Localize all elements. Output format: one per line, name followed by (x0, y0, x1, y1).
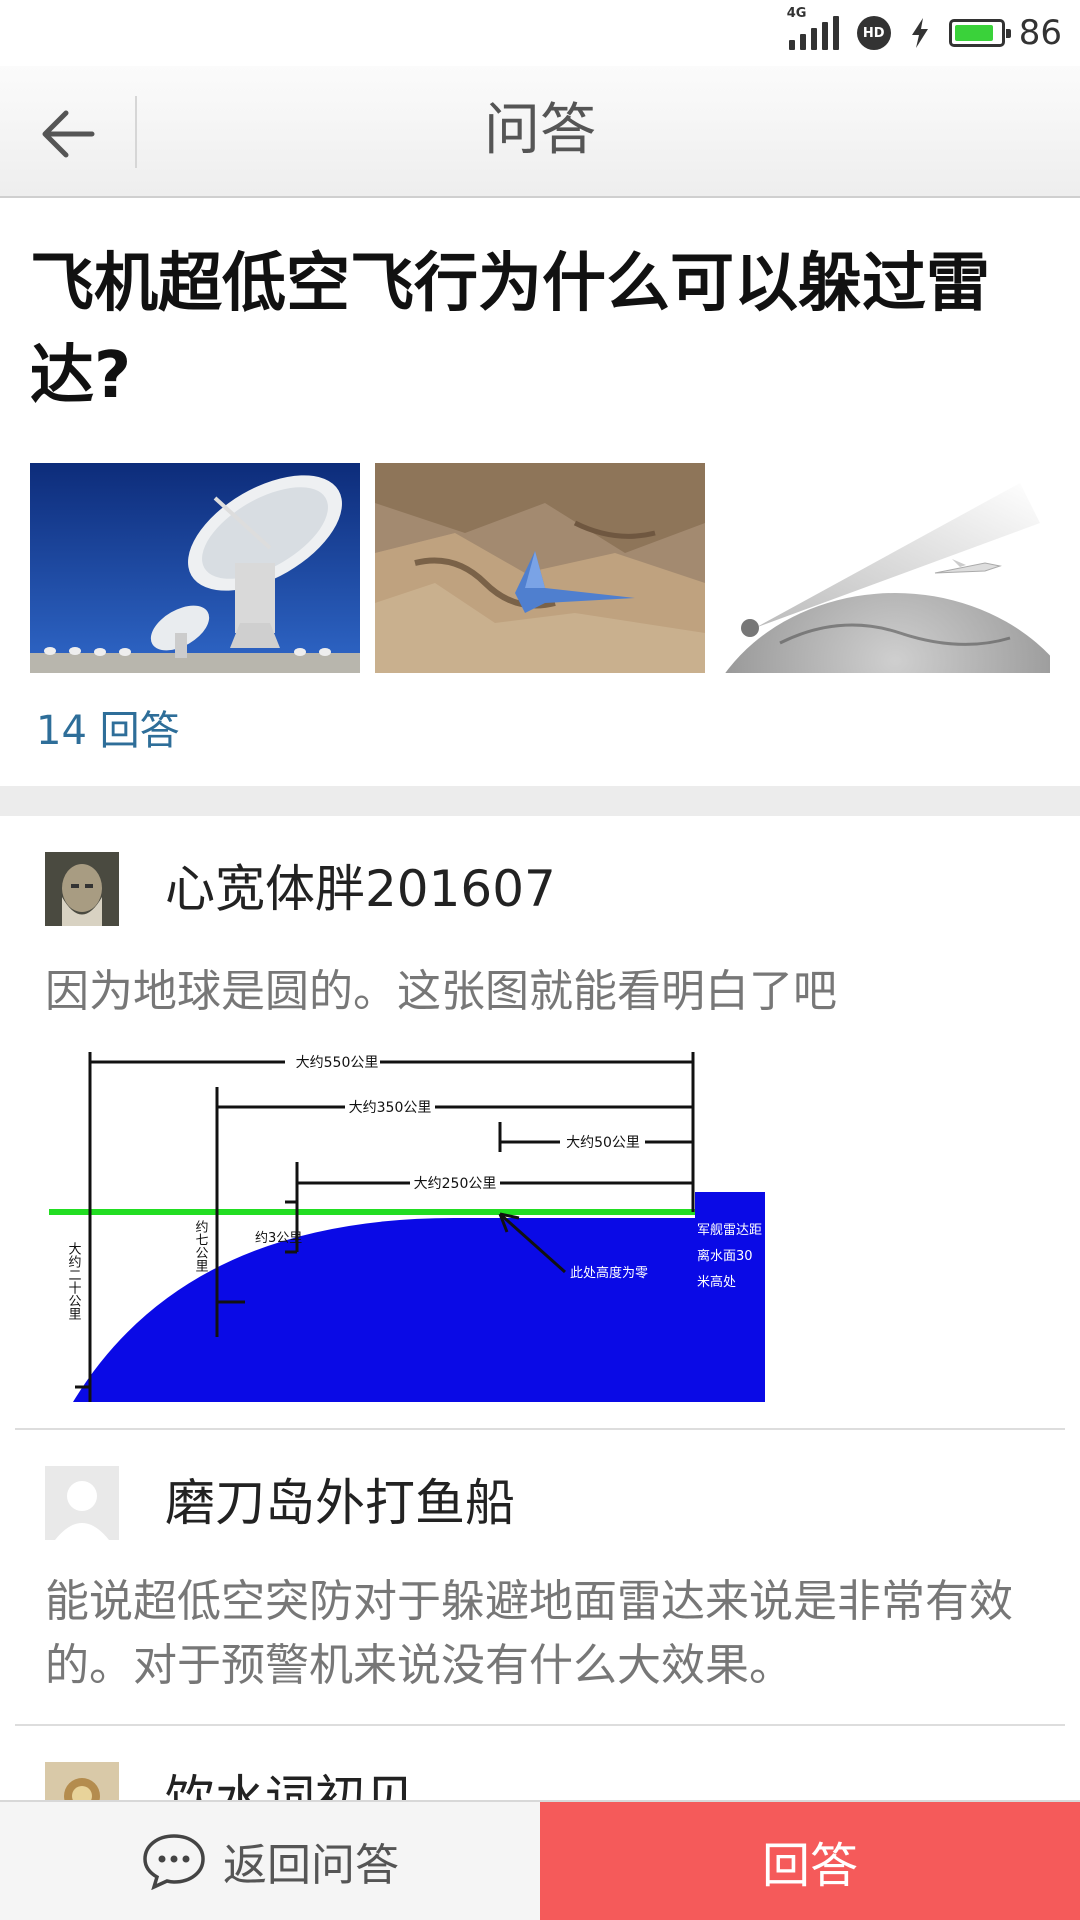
battery-percentage: 86 (1018, 13, 1062, 53)
label-250km: 大约250公里 (414, 1176, 497, 1192)
answer-username[interactable]: 心宽体胖201607 (165, 852, 556, 926)
label-350km: 大约350公里 (349, 1100, 432, 1116)
avatar[interactable] (45, 852, 119, 926)
answer-item: 磨刀岛外打鱼船 能说超低空突防对于躲避地面雷达来说是非常有效的。对于预警机来说没… (0, 1430, 1080, 1724)
hd-icon: HD (856, 16, 891, 50)
answer-username[interactable]: 磨刀岛外打鱼船 (165, 1466, 515, 1540)
jet-over-mountains-photo[interactable] (375, 463, 705, 673)
label-7km: 约七公里 (193, 1220, 209, 1272)
section-separator (0, 786, 1080, 816)
battery-icon (948, 19, 1011, 47)
question-card: 飞机超低空飞行为什么可以躲过雷达? 14 回答 (0, 198, 1080, 786)
battery-indicator: 86 (948, 13, 1062, 53)
back-to-qa-button[interactable]: 返回问答 (0, 1802, 540, 1920)
answer-button-label: 回答 (761, 1838, 858, 1894)
charging-icon (911, 18, 928, 48)
answer-username[interactable]: 饮水词初见 (165, 1762, 415, 1800)
answer-count[interactable]: 14 回答 (36, 698, 180, 756)
signal-icon: 4G (787, 6, 839, 50)
bottom-action-bar: 返回问答 回答 (0, 1800, 1080, 1920)
chat-bubble-icon (143, 1834, 205, 1890)
answer-button[interactable]: 回答 (540, 1802, 1080, 1920)
status-bar: 4G HD 86 (0, 0, 1080, 66)
network-type: 4G (786, 6, 807, 21)
avatar[interactable] (45, 1762, 119, 1800)
label-20km: 大约二十公里 (66, 1242, 82, 1320)
label-zero-height: 此处高度为零 (570, 1265, 648, 1281)
question-title: 飞机超低空飞行为什么可以躲过雷达? (30, 247, 990, 413)
label-550km: 大约550公里 (296, 1055, 379, 1071)
label-ship-radar: 军舰雷达距离水面30米高处 (697, 1223, 763, 1290)
answer-text: 能说超低空突防对于躲避地面雷达来说是非常有效的。对于预警机来说没有什么大效果。 (45, 1576, 1013, 1691)
radar-horizon-diagram[interactable]: 大约550公里 大约350公里 大约50公里 大约250公里 约3公里 约七公里… (45, 1042, 765, 1412)
answer-item: 饮水词初见 (0, 1726, 1080, 1800)
radar-dish-photo[interactable] (30, 463, 360, 673)
label-50km: 大约50公里 (566, 1135, 640, 1151)
answer-item: 心宽体胖201607 因为地球是圆的。这张图就能看明白了吧 大约550公里 大约… (0, 816, 1080, 1428)
title-bar: 问答 (0, 66, 1080, 198)
answer-text: 因为地球是圆的。这张图就能看明白了吧 (45, 966, 837, 1017)
back-to-qa-label: 返回问答 (223, 1840, 399, 1891)
question-images (30, 463, 1050, 673)
avatar[interactable] (45, 1466, 119, 1540)
radar-beam-earth-illustration[interactable] (720, 463, 1050, 673)
label-3km: 约3公里 (255, 1231, 302, 1246)
page-title: 问答 (484, 98, 596, 163)
